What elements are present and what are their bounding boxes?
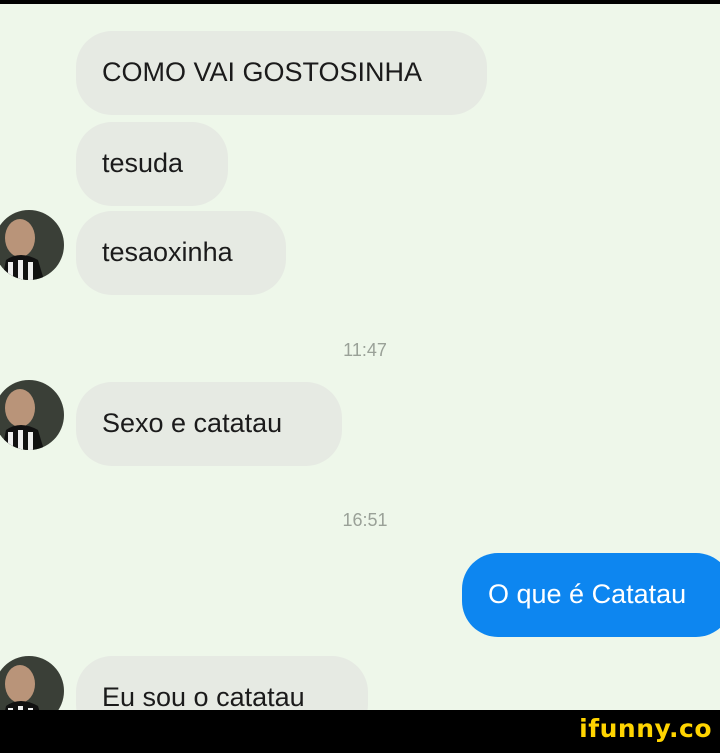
ifunny-watermark: ifunny.co	[579, 714, 712, 743]
incoming-message-1-text: COMO VAI GOSTOSINHA	[102, 57, 423, 87]
outgoing-message-1[interactable]: O que é Catatau	[462, 553, 720, 637]
timestamp-2: 16:51	[342, 510, 388, 530]
avatar-photo-icon	[0, 380, 64, 450]
incoming-message-1[interactable]: COMO VAI GOSTOSINHA	[76, 31, 487, 115]
avatar-photo-icon	[0, 210, 64, 280]
incoming-message-5[interactable]: Eu sou o catatau	[76, 656, 368, 710]
contact-avatar-1[interactable]	[0, 210, 64, 280]
contact-avatar-3[interactable]	[0, 656, 64, 710]
incoming-message-3[interactable]: tesaoxinha	[76, 211, 286, 295]
incoming-message-4[interactable]: Sexo e catatau	[76, 382, 342, 466]
incoming-message-5-text: Eu sou o catatau	[102, 682, 305, 711]
incoming-message-2-text: tesuda	[102, 148, 184, 178]
outgoing-message-1-text: O que é Catatau	[488, 579, 687, 609]
contact-avatar-2[interactable]	[0, 380, 64, 450]
incoming-message-4-text: Sexo e catatau	[102, 408, 283, 438]
watermark-bar: ifunny.co	[0, 710, 720, 753]
timestamp-1: 11:47	[343, 340, 387, 360]
incoming-message-2[interactable]: tesuda	[76, 122, 228, 206]
incoming-message-3-text: tesaoxinha	[102, 237, 233, 267]
avatar-photo-icon	[0, 656, 64, 710]
chat-thread[interactable]: COMO VAI GOSTOSINHA tesuda tesaoxinha 11…	[0, 4, 720, 710]
